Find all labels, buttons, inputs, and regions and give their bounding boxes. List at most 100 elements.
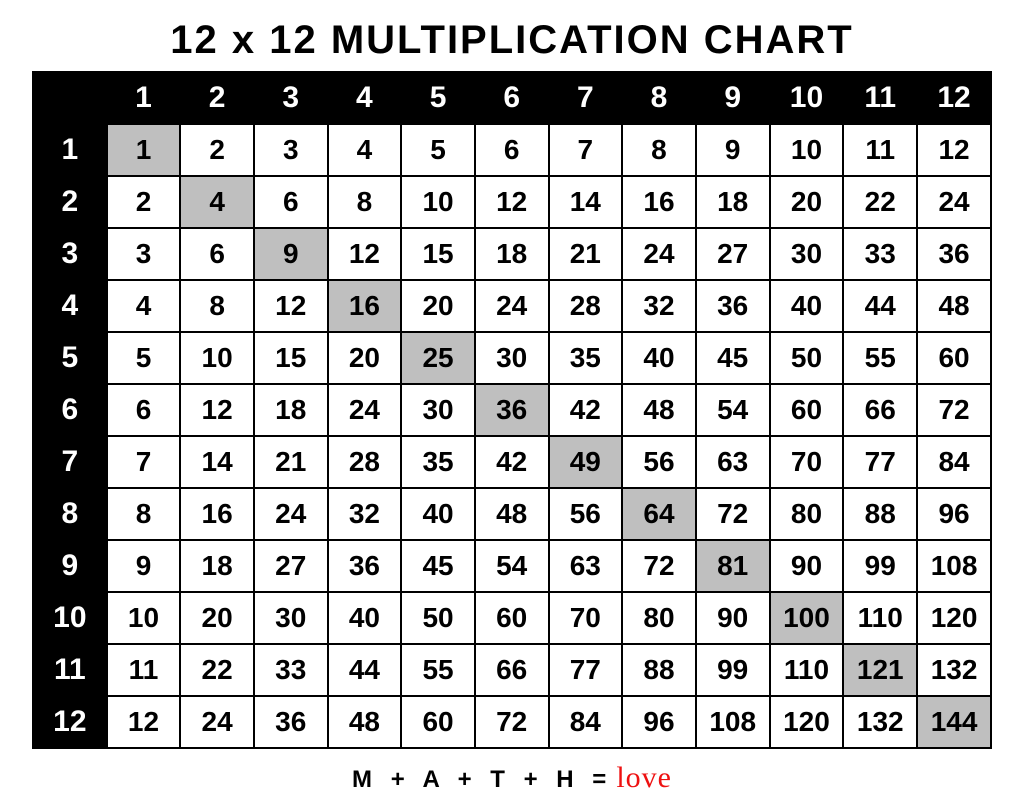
product-cell: 24 bbox=[254, 488, 328, 540]
product-cell: 20 bbox=[401, 280, 475, 332]
product-cell: 56 bbox=[622, 436, 696, 488]
product-cell: 12 bbox=[180, 384, 254, 436]
product-cell: 24 bbox=[917, 176, 991, 228]
product-cell: 9 bbox=[254, 228, 328, 280]
product-cell: 21 bbox=[254, 436, 328, 488]
product-cell: 5 bbox=[401, 124, 475, 176]
product-cell: 108 bbox=[696, 696, 770, 748]
row-header: 4 bbox=[33, 280, 107, 332]
row-header: 3 bbox=[33, 228, 107, 280]
product-cell: 28 bbox=[549, 280, 623, 332]
product-cell: 45 bbox=[696, 332, 770, 384]
product-cell: 30 bbox=[770, 228, 844, 280]
product-cell: 48 bbox=[622, 384, 696, 436]
product-cell: 3 bbox=[254, 124, 328, 176]
product-cell: 36 bbox=[696, 280, 770, 332]
product-cell: 88 bbox=[843, 488, 917, 540]
product-cell: 22 bbox=[843, 176, 917, 228]
product-cell: 12 bbox=[475, 176, 549, 228]
product-cell: 108 bbox=[917, 540, 991, 592]
product-cell: 72 bbox=[917, 384, 991, 436]
product-cell: 20 bbox=[328, 332, 402, 384]
product-cell: 14 bbox=[549, 176, 623, 228]
product-cell: 25 bbox=[401, 332, 475, 384]
product-cell: 18 bbox=[180, 540, 254, 592]
product-cell: 50 bbox=[401, 592, 475, 644]
product-cell: 10 bbox=[770, 124, 844, 176]
product-cell: 144 bbox=[917, 696, 991, 748]
product-cell: 110 bbox=[770, 644, 844, 696]
product-cell: 44 bbox=[843, 280, 917, 332]
product-cell: 90 bbox=[696, 592, 770, 644]
product-cell: 4 bbox=[107, 280, 181, 332]
product-cell: 84 bbox=[549, 696, 623, 748]
product-cell: 12 bbox=[917, 124, 991, 176]
product-cell: 40 bbox=[401, 488, 475, 540]
product-cell: 18 bbox=[475, 228, 549, 280]
product-cell: 99 bbox=[843, 540, 917, 592]
product-cell: 36 bbox=[917, 228, 991, 280]
product-cell: 11 bbox=[843, 124, 917, 176]
product-cell: 48 bbox=[475, 488, 549, 540]
row-header: 7 bbox=[33, 436, 107, 488]
product-cell: 60 bbox=[917, 332, 991, 384]
product-cell: 72 bbox=[622, 540, 696, 592]
col-header: 2 bbox=[180, 72, 254, 124]
product-cell: 9 bbox=[696, 124, 770, 176]
product-cell: 72 bbox=[475, 696, 549, 748]
product-cell: 60 bbox=[475, 592, 549, 644]
product-cell: 70 bbox=[549, 592, 623, 644]
col-header: 5 bbox=[401, 72, 475, 124]
product-cell: 96 bbox=[917, 488, 991, 540]
product-cell: 27 bbox=[254, 540, 328, 592]
product-cell: 120 bbox=[917, 592, 991, 644]
product-cell: 40 bbox=[622, 332, 696, 384]
product-cell: 48 bbox=[328, 696, 402, 748]
product-cell: 40 bbox=[770, 280, 844, 332]
product-cell: 24 bbox=[180, 696, 254, 748]
product-cell: 16 bbox=[180, 488, 254, 540]
product-cell: 80 bbox=[622, 592, 696, 644]
product-cell: 120 bbox=[770, 696, 844, 748]
col-header: 3 bbox=[254, 72, 328, 124]
product-cell: 80 bbox=[770, 488, 844, 540]
product-cell: 12 bbox=[254, 280, 328, 332]
product-cell: 72 bbox=[696, 488, 770, 540]
col-header: 1 bbox=[107, 72, 181, 124]
product-cell: 5 bbox=[107, 332, 181, 384]
product-cell: 50 bbox=[770, 332, 844, 384]
product-cell: 49 bbox=[549, 436, 623, 488]
product-cell: 24 bbox=[622, 228, 696, 280]
product-cell: 121 bbox=[843, 644, 917, 696]
product-cell: 84 bbox=[917, 436, 991, 488]
product-cell: 36 bbox=[328, 540, 402, 592]
product-cell: 10 bbox=[107, 592, 181, 644]
product-cell: 6 bbox=[475, 124, 549, 176]
row-header: 10 bbox=[33, 592, 107, 644]
product-cell: 66 bbox=[475, 644, 549, 696]
product-cell: 24 bbox=[475, 280, 549, 332]
product-cell: 40 bbox=[328, 592, 402, 644]
col-header: 6 bbox=[475, 72, 549, 124]
product-cell: 6 bbox=[180, 228, 254, 280]
footer-love-text: love bbox=[616, 761, 672, 795]
product-cell: 33 bbox=[843, 228, 917, 280]
product-cell: 44 bbox=[328, 644, 402, 696]
product-cell: 60 bbox=[770, 384, 844, 436]
product-cell: 1 bbox=[107, 124, 181, 176]
col-header: 8 bbox=[622, 72, 696, 124]
product-cell: 45 bbox=[401, 540, 475, 592]
product-cell: 30 bbox=[401, 384, 475, 436]
col-header: 10 bbox=[770, 72, 844, 124]
product-cell: 55 bbox=[401, 644, 475, 696]
product-cell: 12 bbox=[328, 228, 402, 280]
product-cell: 7 bbox=[107, 436, 181, 488]
product-cell: 32 bbox=[622, 280, 696, 332]
table-corner bbox=[33, 72, 107, 124]
product-cell: 16 bbox=[622, 176, 696, 228]
product-cell: 30 bbox=[254, 592, 328, 644]
product-cell: 16 bbox=[328, 280, 402, 332]
product-cell: 7 bbox=[549, 124, 623, 176]
footer-credit: M + A + T + H = love bbox=[352, 761, 672, 795]
product-cell: 35 bbox=[401, 436, 475, 488]
